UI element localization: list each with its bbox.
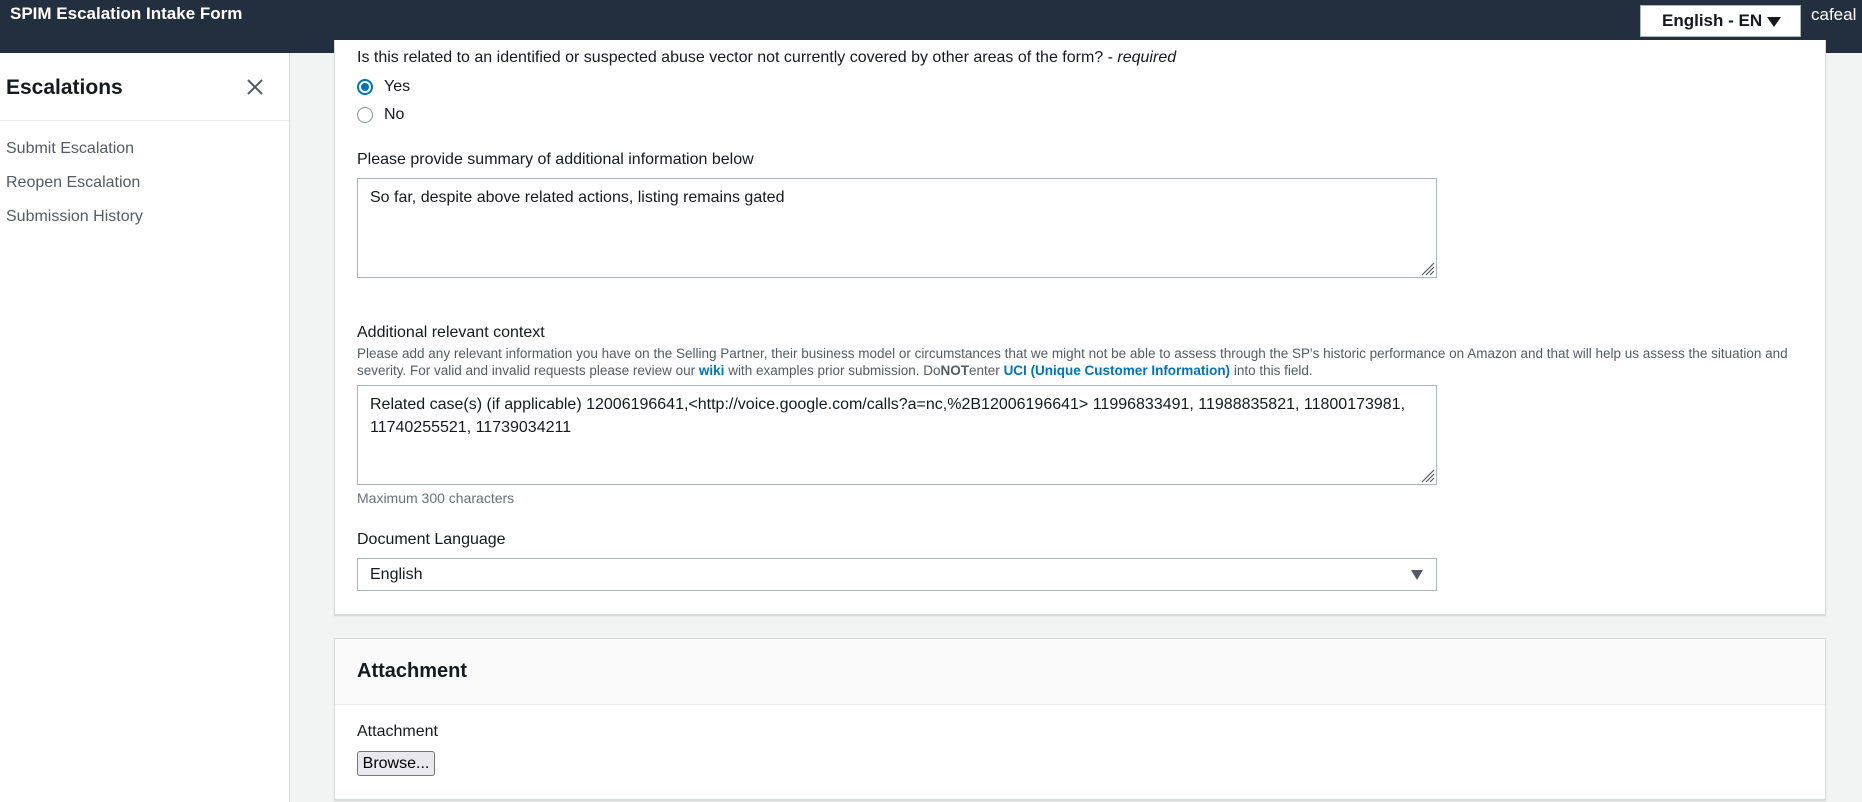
attachment-section-title: Attachment — [357, 660, 468, 682]
context-label: Additional relevant context — [357, 324, 545, 341]
radio-yes-label: Yes — [384, 78, 411, 95]
resize-grip-icon[interactable] — [1419, 260, 1435, 276]
sidebar-title: Escalations — [6, 76, 123, 99]
context-desc-text-3: enter — [969, 363, 1004, 378]
context-textarea[interactable]: Related case(s) (if applicable) 12006196… — [357, 385, 1437, 485]
required-marker: required — [1117, 49, 1177, 66]
sidebar-item-submission-history[interactable]: Submission History — [6, 208, 143, 226]
abuse-vector-question-text: Is this related to an identified or susp… — [357, 49, 1118, 66]
attachment-panel-header: Attachment — [335, 639, 1825, 705]
close-icon[interactable] — [246, 78, 264, 96]
caret-down-icon — [1767, 17, 1781, 27]
sidebar-item-reopen-escalation[interactable]: Reopen Escalation — [6, 174, 140, 192]
uci-link[interactable]: UCI (Unique Customer Information) — [1004, 363, 1231, 378]
radio-yes[interactable]: Yes — [357, 78, 410, 96]
abuse-vector-question: Is this related to an identified or susp… — [357, 49, 1176, 67]
wiki-link[interactable]: wiki — [699, 363, 725, 378]
document-language-label: Document Language — [357, 531, 506, 548]
language-selector[interactable]: English - EN — [1640, 5, 1801, 37]
language-selector-label: English - EN — [1662, 11, 1763, 30]
summary-textarea[interactable]: So far, despite above related actions, l… — [357, 178, 1437, 278]
context-desc-not: NOT — [940, 363, 970, 378]
context-desc-text-4: into this field. — [1230, 363, 1313, 378]
radio-selected-icon[interactable] — [357, 79, 373, 95]
context-value: Related case(s) (if applicable) 12006196… — [370, 396, 1406, 436]
context-desc-text-2: with examples prior submission. Do — [724, 363, 941, 378]
attachment-panel: Attachment Attachment Browse... — [334, 638, 1826, 800]
sidebar-item-submit-escalation[interactable]: Submit Escalation — [6, 140, 134, 158]
caret-down-icon — [1411, 570, 1423, 580]
radio-no-label: No — [384, 106, 405, 123]
form-panel: Is this related to an identified or susp… — [334, 40, 1826, 615]
summary-value: So far, despite above related actions, l… — [370, 189, 785, 206]
sidebar: Escalations Submit Escalation Reopen Esc… — [0, 53, 290, 802]
context-description: Please add any relevant information you … — [357, 345, 1812, 379]
attachment-label: Attachment — [357, 723, 438, 740]
username[interactable]: cafeal — [1811, 5, 1856, 25]
document-language-value: English — [370, 566, 423, 583]
app-title: SPIM Escalation Intake Form — [10, 4, 243, 23]
radio-no[interactable]: No — [357, 106, 404, 124]
resize-grip-icon[interactable] — [1419, 467, 1435, 483]
summary-label: Please provide summary of additional inf… — [357, 151, 754, 168]
max-characters-hint: Maximum 300 characters — [357, 490, 515, 506]
sidebar-divider — [0, 120, 289, 121]
radio-unselected-icon[interactable] — [357, 107, 373, 123]
document-language-select[interactable]: English — [357, 558, 1437, 591]
browse-button[interactable]: Browse... — [357, 751, 435, 776]
